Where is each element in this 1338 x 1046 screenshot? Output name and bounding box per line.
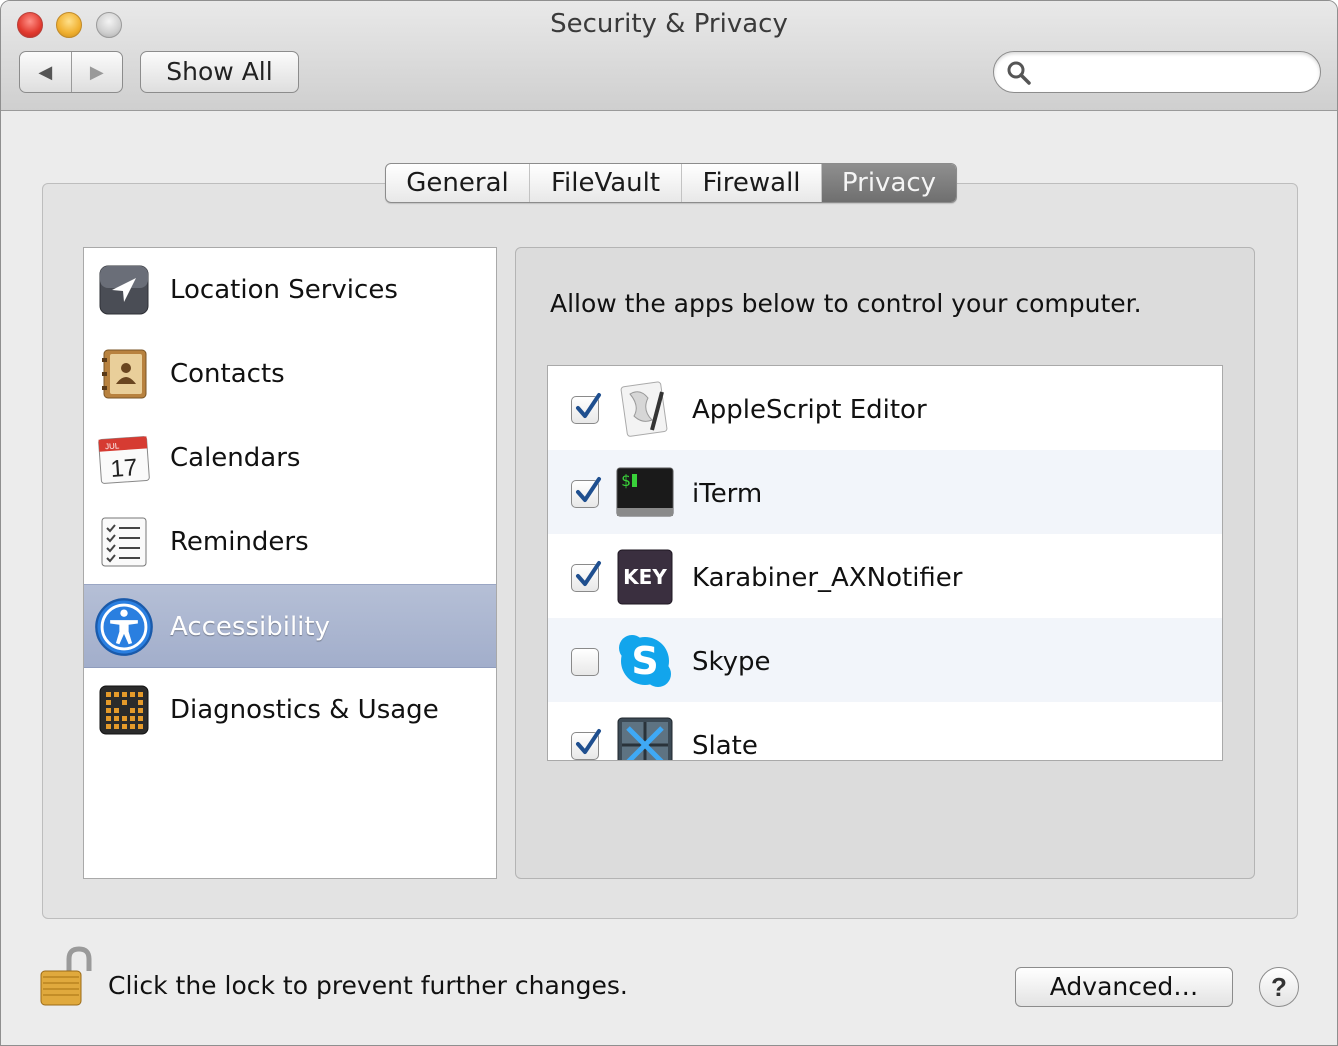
iterm-icon: $ xyxy=(616,467,674,517)
karabiner-key-text: KEY xyxy=(623,565,667,589)
app-name: iTerm xyxy=(692,479,763,509)
checkmark-icon xyxy=(576,477,601,502)
privacy-category-list: Location Services Contacts JUL 17 Calend… xyxy=(83,247,497,879)
title-bar: Security & Privacy ◀ ▶ Show All xyxy=(1,1,1337,111)
app-checkbox[interactable] xyxy=(571,561,601,592)
iterm-prompt-glyph: $ xyxy=(621,471,631,490)
tab-bar: General FileVault Firewall Privacy xyxy=(385,163,957,203)
checkmark-icon xyxy=(576,729,601,754)
window-title: Security & Privacy xyxy=(550,9,788,39)
sidebar-item-contacts[interactable]: Contacts xyxy=(84,332,496,416)
search-input[interactable] xyxy=(1040,58,1300,86)
sidebar-item-label: Calendars xyxy=(170,443,301,473)
forward-button[interactable]: ▶ xyxy=(72,52,123,92)
back-arrow-icon: ◀ xyxy=(38,61,53,82)
sidebar-item-accessibility[interactable]: Accessibility xyxy=(84,584,496,668)
sidebar-item-label: Location Services xyxy=(170,275,398,305)
app-list[interactable]: AppleScript Editor $ iTerm KEY Karabiner… xyxy=(547,365,1223,761)
calendar-day: 17 xyxy=(110,454,139,483)
advanced-button[interactable]: Advanced… xyxy=(1015,967,1233,1007)
app-row-slate: Slate xyxy=(548,702,1222,761)
security-privacy-window: Security & Privacy ◀ ▶ Show All General … xyxy=(0,0,1338,1046)
app-checkbox[interactable] xyxy=(571,648,599,676)
contacts-book-icon xyxy=(102,349,147,399)
show-all-button[interactable]: Show All xyxy=(140,51,299,93)
sidebar-item-reminders[interactable]: Reminders xyxy=(84,500,496,584)
location-arrow-icon xyxy=(99,265,149,315)
app-row-skype: S Skype xyxy=(548,618,1222,702)
sidebar-item-location-services[interactable]: Location Services xyxy=(84,248,496,332)
app-checkbox[interactable] xyxy=(571,477,601,508)
app-name: Karabiner_AXNotifier xyxy=(692,563,963,593)
calendar-icon: JUL 17 xyxy=(98,436,150,484)
search-field[interactable] xyxy=(993,51,1321,93)
app-name: AppleScript Editor xyxy=(692,395,927,425)
tab-general[interactable]: General xyxy=(386,164,530,202)
sidebar-item-label: Contacts xyxy=(170,359,285,389)
back-forward-control: ◀ ▶ xyxy=(19,51,123,93)
app-row-karabiner-axnotifier: KEY Karabiner_AXNotifier xyxy=(548,534,1222,618)
app-checkbox[interactable] xyxy=(571,729,601,760)
app-row-applescript-editor: AppleScript Editor xyxy=(548,366,1222,450)
tab-privacy[interactable]: Privacy xyxy=(822,164,956,202)
sidebar-item-label: Diagnostics & Usage xyxy=(170,695,439,725)
applescript-editor-icon xyxy=(620,381,668,437)
slate-icon xyxy=(617,717,673,760)
sidebar-item-label: Accessibility xyxy=(170,612,330,642)
app-name: Slate xyxy=(692,731,758,761)
unlocked-padlock-icon[interactable] xyxy=(39,945,93,1007)
help-button[interactable]: ? xyxy=(1259,967,1299,1007)
tab-firewall[interactable]: Firewall xyxy=(682,164,822,202)
instruction-text: Allow the apps below to control your com… xyxy=(550,289,1142,318)
sidebar-item-diagnostics-usage[interactable]: Diagnostics & Usage xyxy=(84,668,496,752)
lock-message: Click the lock to prevent further change… xyxy=(108,971,628,1000)
app-name: Skype xyxy=(692,647,771,677)
accessibility-icon xyxy=(95,598,153,656)
reminders-list-icon xyxy=(101,517,147,567)
search-icon xyxy=(1007,61,1031,85)
app-row-iterm: $ iTerm xyxy=(548,450,1222,534)
sidebar-item-label: Reminders xyxy=(170,527,309,557)
forward-arrow-icon: ▶ xyxy=(89,61,104,82)
back-button[interactable]: ◀ xyxy=(20,52,72,92)
calendar-month: JUL xyxy=(105,441,120,451)
checkmark-icon xyxy=(576,561,601,586)
sidebar-item-calendars[interactable]: JUL 17 Calendars xyxy=(84,416,496,500)
tab-filevault[interactable]: FileVault xyxy=(530,164,682,202)
diagnostics-grid-icon xyxy=(99,685,149,735)
karabiner-key-icon: KEY xyxy=(617,549,673,605)
checkmark-icon xyxy=(576,393,601,418)
app-checkbox[interactable] xyxy=(571,393,601,424)
skype-icon: S xyxy=(619,635,671,687)
skype-letter: S xyxy=(631,639,658,683)
